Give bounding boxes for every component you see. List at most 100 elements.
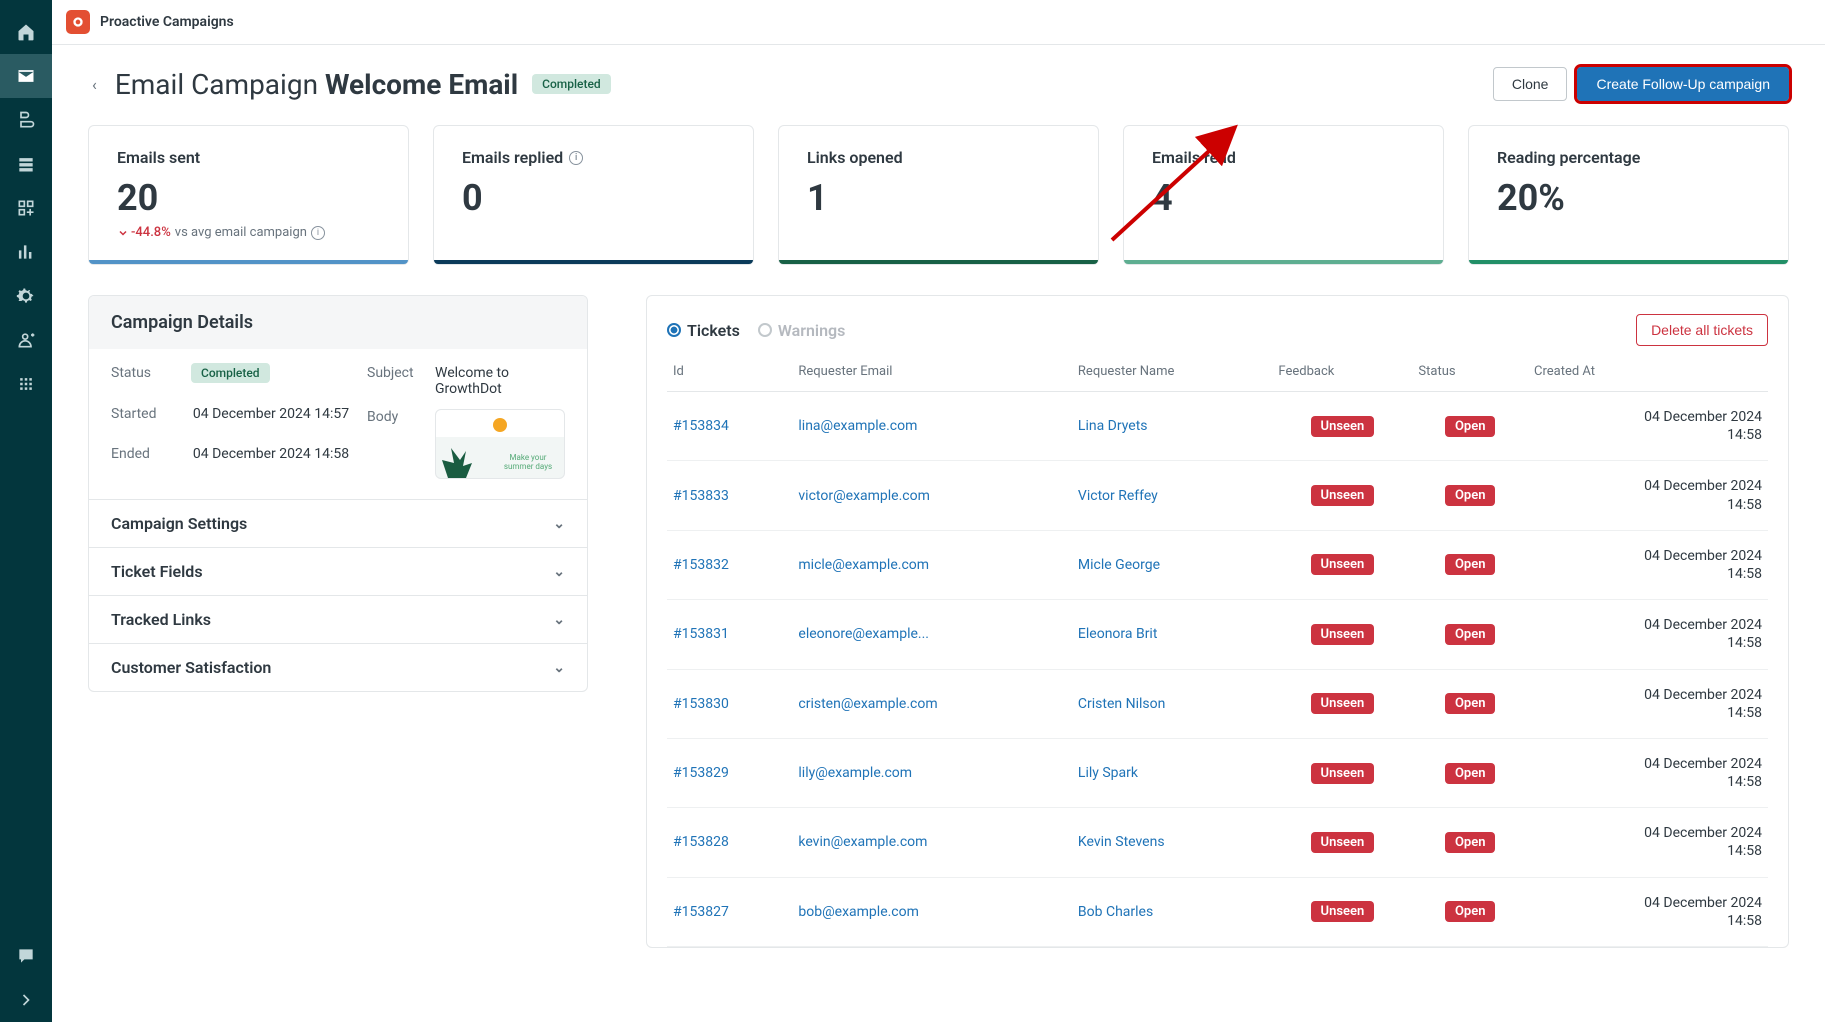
trend-down-icon: -44.8% [117,225,171,240]
tickets-table: Id Requester Email Requester Name Feedba… [667,356,1768,947]
ticket-id-link[interactable]: #153828 [673,834,729,850]
created-at: 04 December 202414:58 [1528,808,1768,877]
feedback-badge: Unseen [1311,554,1375,575]
clone-button[interactable]: Clone [1493,67,1568,101]
nav-templates[interactable] [0,98,52,142]
info-icon[interactable]: i [311,226,325,240]
ticket-id-link[interactable]: #153830 [673,696,729,712]
requester-name-link[interactable]: Micle George [1078,557,1160,573]
feedback-badge: Unseen [1311,693,1375,714]
nav-email[interactable] [0,54,52,98]
accordion-links[interactable]: Tracked Links ⌄ [89,595,587,643]
requester-email-link[interactable]: victor@example.com [798,488,930,504]
table-row: #153832 micle@example.com Micle George Unse… [667,530,1768,599]
requester-name-link[interactable]: Victor Reffey [1078,488,1158,504]
stat-value: 1 [807,177,1070,219]
label-status: Status [111,365,181,398]
ticket-id-link[interactable]: #153827 [673,904,729,920]
status-badge: Open [1445,554,1496,575]
requester-email-link[interactable]: bob@example.com [798,904,919,920]
accordion-label: Ticket Fields [111,562,203,581]
details-ended: 04 December 2024 14:58 [191,446,351,479]
delete-all-button[interactable]: Delete all tickets [1636,314,1768,346]
ticket-id-link[interactable]: #153829 [673,765,729,781]
page-title-name: Welcome Email [325,68,518,101]
accordion-label: Customer Satisfaction [111,658,271,677]
requester-name-link[interactable]: Eleonora Brit [1078,626,1158,642]
requester-email-link[interactable]: micle@example.com [798,557,929,573]
chevron-down-icon: ⌄ [553,564,565,580]
nav-lists[interactable] [0,142,52,186]
table-row: #153834 lina@example.com Lina Dryets Unseen… [667,392,1768,461]
feedback-badge: Unseen [1311,485,1375,506]
create-followup-button[interactable]: Create Follow-Up campaign [1577,67,1789,101]
ticket-id-link[interactable]: #153834 [673,418,729,434]
nav-expand[interactable] [0,978,52,1022]
nav-chat[interactable] [0,934,52,978]
nav-analytics[interactable] [0,230,52,274]
ticket-id-link[interactable]: #153832 [673,557,729,573]
stat-label: Links opened [807,148,1070,167]
nav-settings[interactable] [0,274,52,318]
details-subject: Welcome to GrowthDot [435,365,565,397]
feedback-badge: Unseen [1311,416,1375,437]
table-row: #153829lily@example.comLily SparkUnseenO… [667,738,1768,807]
col-created: Created At [1528,356,1768,392]
nav-add[interactable] [0,186,52,230]
label-started: Started [111,406,181,439]
radio-icon [667,323,681,337]
stat-label: Emails sent [117,148,380,167]
requester-email-link[interactable]: lina@example.com [798,418,917,434]
app-title: Proactive Campaigns [100,14,234,30]
requester-name-link[interactable]: Bob Charles [1078,904,1153,920]
back-arrow[interactable]: ‹ [88,71,101,98]
stat-links-opened: Links opened 1 [778,125,1099,265]
page-title-prefix: Email Campaign [115,68,318,101]
ticket-id-link[interactable]: #153833 [673,488,729,504]
table-row: #153827bob@example.comBob CharlesUnseenO… [667,877,1768,946]
nav-home[interactable] [0,10,52,54]
radio-icon [758,323,772,337]
body-preview-thumbnail[interactable]: Make your summer days [435,409,565,479]
nav-apps[interactable] [0,362,52,406]
created-at: 04 December 202414:58 [1528,738,1768,807]
tab-label: Warnings [778,321,846,340]
details-heading: Campaign Details [89,296,587,349]
chevron-down-icon: ⌄ [553,612,565,628]
info-icon[interactable]: i [569,151,583,165]
accordion-csat[interactable]: Customer Satisfaction ⌄ [89,643,587,691]
ticket-id-link[interactable]: #153831 [673,626,729,642]
requester-name-link[interactable]: Lily Spark [1078,765,1138,781]
accordion-settings[interactable]: Campaign Settings ⌄ [89,499,587,547]
col-feedback: Feedback [1272,356,1412,392]
tab-tickets[interactable]: Tickets [667,321,740,340]
status-badge: Open [1445,832,1496,853]
label-body: Body [367,409,427,479]
requester-email-link[interactable]: eleonore@example... [798,626,929,642]
requester-name-link[interactable]: Kevin Stevens [1078,834,1165,850]
requester-name-link[interactable]: Lina Dryets [1078,418,1148,434]
table-row: #153830 cristen@example.com Cristen Nilson… [667,669,1768,738]
requester-email-link[interactable]: kevin@example.com [798,834,927,850]
page-title: Email Campaign Welcome Email [115,68,518,101]
created-at: 04 December 202414:58 [1528,530,1768,599]
nav-users[interactable] [0,318,52,362]
status-badge: Open [1445,624,1496,645]
requester-name-link[interactable]: Cristen Nilson [1078,696,1165,712]
created-at: 04 December 202414:58 [1528,600,1768,669]
table-row: #153831eleonore@example...Eleonora BritU… [667,600,1768,669]
chevron-down-icon: ⌄ [553,660,565,676]
stat-value: 20% [1497,177,1760,219]
requester-email-link[interactable]: lily@example.com [798,765,912,781]
table-row: #153833 victor@example.com Victor Reffey Un… [667,461,1768,530]
requester-email-link[interactable]: cristen@example.com [798,696,937,712]
label-ended: Ended [111,446,181,479]
tab-warnings[interactable]: Warnings [758,321,846,340]
stat-label: Emails replied [462,148,563,167]
accordion-label: Campaign Settings [111,514,247,533]
details-started: 04 December 2024 14:57 [191,406,351,439]
status-badge: Open [1445,416,1496,437]
delta-suffix: vs avg email campaign [175,225,307,240]
accordion-fields[interactable]: Ticket Fields ⌄ [89,547,587,595]
status-badge: Completed [532,74,611,94]
